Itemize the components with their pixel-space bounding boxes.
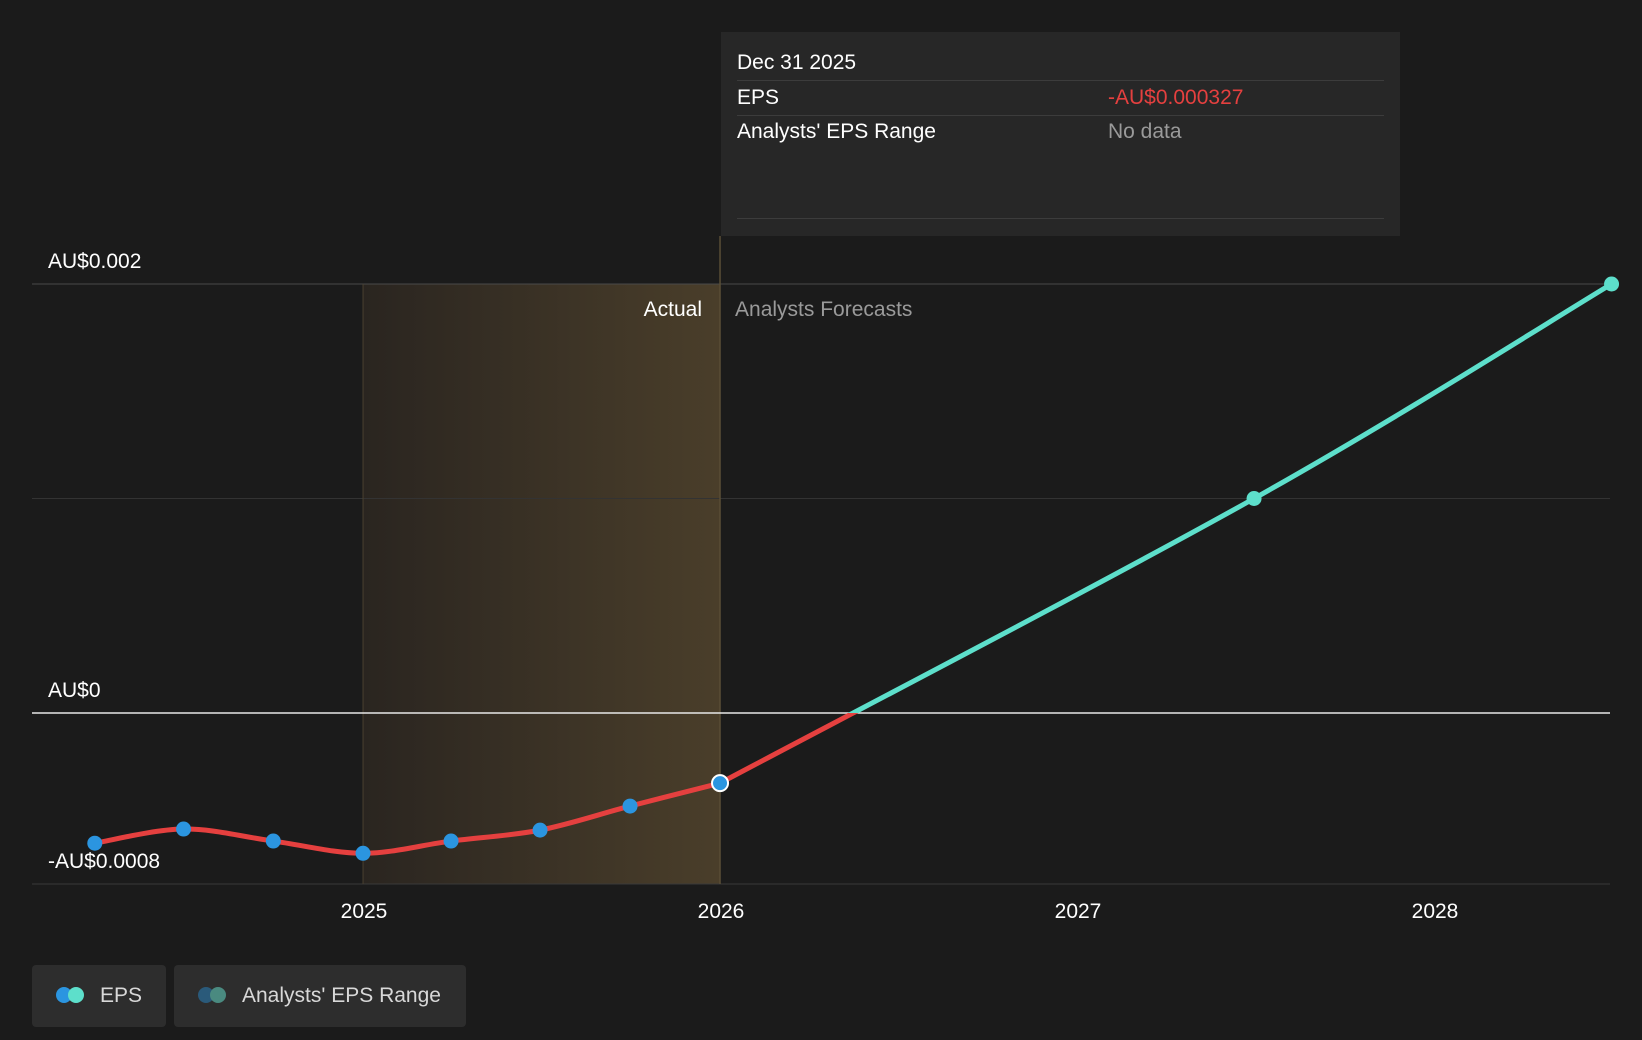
tooltip-divider: [737, 218, 1384, 219]
x-tick-label-2025: 2025: [341, 900, 388, 923]
eps-point-2: [265, 833, 281, 849]
y-tick-label-top: AU$0.002: [48, 250, 141, 273]
tooltip-eps-row: EPS -AU$0.000327: [737, 81, 1384, 116]
eps-point-0: [87, 835, 103, 851]
axes: AU$0.002 AU$0 -AU$0.0008 2025 2026 2027 2028: [48, 250, 1458, 923]
grid-lines: [32, 236, 1610, 885]
forecast-label: Analysts Forecasts: [735, 298, 912, 321]
eps-forecast-point-1: [1604, 276, 1620, 292]
legend-range-label: Analysts' EPS Range: [242, 984, 441, 1007]
eps-point-highlighted: [711, 774, 730, 793]
tooltip-eps-value: -AU$0.000327: [1108, 86, 1244, 109]
x-tick-label-2026: 2026: [698, 900, 745, 923]
actual-label: Actual: [644, 298, 702, 321]
eps-legend-icon: [56, 987, 88, 1005]
tooltip-eps-label: EPS: [737, 86, 780, 109]
eps-point-1: [176, 821, 192, 837]
legend-range-button[interactable]: Analysts' EPS Range: [174, 965, 466, 1027]
legend-eps-label: EPS: [100, 984, 143, 1007]
x-tick-label-2027: 2027: [1055, 900, 1102, 923]
eps-point-4: [443, 833, 459, 849]
tooltip-date: Dec 31 2025: [737, 46, 1384, 81]
eps-forecast-line: [847, 281, 1613, 713]
eps-point-3: [355, 845, 371, 861]
legend-eps-button[interactable]: EPS: [32, 965, 166, 1027]
series-points[interactable]: [87, 276, 1620, 861]
range-legend-icon: [198, 987, 230, 1005]
eps-point-5: [532, 822, 548, 838]
y-tick-label-zero: AU$0: [48, 679, 101, 702]
series-lines: [92, 281, 1613, 856]
tooltip-range-label: Analysts' EPS Range: [737, 120, 936, 143]
actual-period-shade: [363, 284, 721, 884]
tooltip: Dec 31 2025 EPS -AU$0.000327 Analysts' E…: [721, 32, 1400, 236]
tooltip-range-row: Analysts' EPS Range No data: [737, 115, 1384, 149]
x-tick-label-2028: 2028: [1412, 900, 1459, 923]
tooltip-range-value: No data: [1108, 120, 1182, 143]
eps-forecast-line-negative: [718, 713, 859, 786]
y-tick-label-bottom: -AU$0.0008: [48, 850, 160, 873]
eps-point-6: [622, 798, 638, 814]
eps-forecast-point-0: [1246, 491, 1262, 506]
